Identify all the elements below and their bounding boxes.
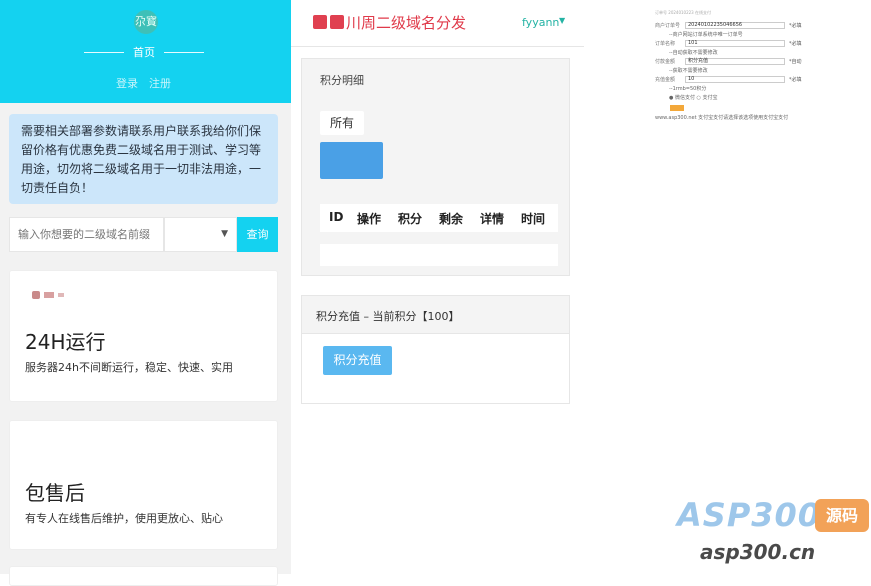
order-name-field[interactable]: 101 [685, 40, 785, 47]
brand-logo-icon [313, 15, 327, 29]
filter-option-button[interactable] [320, 142, 383, 179]
col-time: 时间 [521, 212, 546, 226]
required-mark: *必填 [789, 77, 802, 83]
register-link[interactable]: 注册 [149, 75, 171, 91]
field-note: --商户网站订单系统中唯一订单号 [669, 32, 743, 38]
order-no-field[interactable]: 20240102235046656 [685, 22, 785, 29]
amount-row: 付款金额 积分充值 *自动 [655, 58, 815, 65]
col-points: 积分 [398, 212, 423, 226]
site-header: 尕寳 首页 登录 注册 [0, 0, 291, 103]
required-mark: *必填 [789, 41, 802, 47]
field-label: 订单名称 [655, 41, 676, 47]
col-action: 操作 [357, 212, 382, 226]
points-table-body [320, 244, 558, 266]
recharge-title: 积分充值 – 当前积分【100】 [316, 310, 460, 323]
recharge-header: 积分充值 – 当前积分【100】 [302, 296, 569, 334]
form-header: 订单号 2024010223 在线支付 [655, 10, 711, 15]
search-button[interactable]: 查询 [237, 217, 278, 252]
note-row: --商户网站订单系统中唯一订单号 [655, 31, 815, 38]
order-no-row: 商户订单号 20240102235046656 *必填 [655, 22, 815, 29]
home-title-row: 首页 [84, 44, 204, 60]
col-detail: 详情 [480, 212, 505, 226]
field-label: 充值金额 [655, 77, 676, 83]
feature-title: 24H运行 [25, 330, 106, 354]
points-detail-panel: 积分明细 所有 ID 操作 积分 剩余 详情 时间 [301, 58, 570, 276]
site-logo-avatar: 尕寳 [134, 10, 158, 34]
feature-desc: 有专人在线售后维护，使用更放心、贴心 [25, 512, 223, 525]
col-id: ID [329, 210, 344, 224]
notice-alert: 需要相关部署参数请联系用户联系我给你们保留价格有优惠免费二级域名用于测试、学习等… [9, 114, 278, 204]
feature-card-after-sales: 包售后 有专人在线售后维护，使用更放心、贴心 [9, 420, 278, 550]
feature-title: 包售后 [25, 481, 85, 505]
form-footer: www.asp300.net 支付宝支付请选择该选项使用支付宝支付 [655, 115, 789, 121]
feature-card-partial [9, 566, 278, 586]
field-note: --获取不需要修改 [669, 68, 708, 74]
field-note: --1rmb=50积分 [669, 86, 707, 92]
feature-logo-icon [32, 291, 64, 299]
subdomain-input[interactable] [9, 217, 164, 252]
points-recharge-panel: 积分充值 – 当前积分【100】 积分充值 [301, 295, 570, 404]
points-table-header: ID 操作 积分 剩余 详情 时间 [320, 204, 558, 232]
filter-all-button[interactable]: 所有 [320, 111, 365, 135]
brand-logo-icon-2 [330, 15, 344, 29]
amount-field[interactable]: 积分充值 [685, 58, 785, 65]
field-note: --自动获取不需要修改 [669, 50, 718, 56]
pay-method-radio[interactable]: ● 微信支付 ○ 支付宝 [669, 94, 718, 101]
header-divider [291, 46, 584, 47]
chevron-down-icon: ▼ [221, 229, 228, 239]
panel-title: 积分明细 [320, 74, 364, 87]
feature-desc: 服务器24h不间断运行，稳定、快速、实用 [25, 361, 233, 374]
field-label: 商户订单号 [655, 23, 681, 29]
pay-method-row[interactable]: ● 微信支付 ○ 支付宝 [655, 94, 815, 101]
note-row: --自动获取不需要修改 [655, 49, 815, 56]
recharge-amount-field[interactable]: 10 [685, 76, 785, 83]
col-balance: 剩余 [439, 212, 464, 226]
field-label: 付款金额 [655, 59, 676, 65]
watermark-logo: ASP300 [677, 496, 822, 534]
user-menu[interactable]: fyyann [522, 16, 559, 29]
mobile-home-screen: 尕寳 首页 登录 注册 需要相关部署参数请联系用户联系我给你们保留价格有优惠免费… [0, 0, 291, 586]
form-submit-button[interactable] [670, 105, 684, 111]
note-row: --1rmb=50积分 [655, 85, 815, 92]
order-name-row: 订单名称 101 *必填 [655, 40, 815, 47]
title-divider-right [164, 52, 204, 53]
domain-suffix-select[interactable]: ▼ [164, 217, 237, 252]
feature-card-24h: 24H运行 服务器24h不间断运行，稳定、快速、实用 [9, 270, 278, 402]
required-mark: *自动 [789, 59, 802, 65]
caret-down-icon[interactable]: ▼ [559, 16, 565, 25]
domain-search-form: ▼ 查询 [9, 217, 278, 252]
payment-form: 订单号 2024010223 在线支付 商户订单号 20240102235046… [655, 10, 815, 122]
recharge-amount-row: 充值金额 10 *必填 [655, 76, 815, 83]
brand-title: 川周二级域名分发 [346, 14, 467, 32]
recharge-button[interactable]: 积分充值 [323, 346, 392, 375]
watermark-badge: 源码 [815, 499, 869, 532]
watermark-url: asp300.cn [700, 540, 816, 564]
note-row: --获取不需要修改 [655, 67, 815, 74]
login-link[interactable]: 登录 [116, 75, 138, 91]
required-mark: *必填 [789, 23, 802, 29]
